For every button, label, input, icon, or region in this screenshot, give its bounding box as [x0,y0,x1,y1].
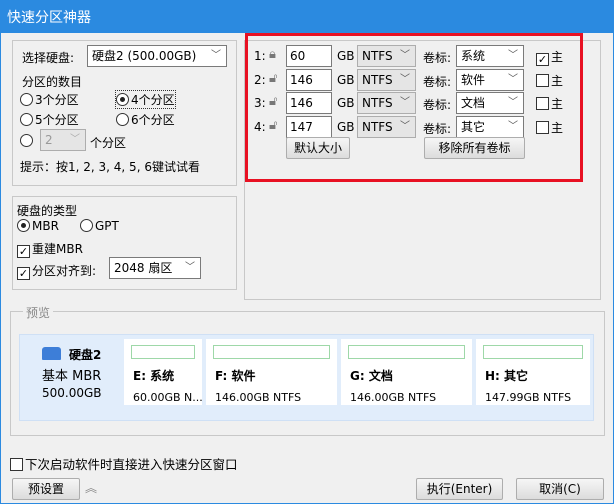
volume-label-text: 卷标: [423,51,452,65]
size-unit: GB [337,119,355,134]
unlock-icon[interactable]: 🔓︎ [269,71,277,86]
lock-icon[interactable]: 🔒︎ [269,47,276,62]
partition-index: 1: [254,49,266,63]
radio-gpt[interactable]: GPT [80,219,119,233]
unlock-icon[interactable]: 🔓︎ [269,118,277,133]
preview-title: 预览 [23,304,54,321]
partition-size-input[interactable]: 146 [286,68,332,91]
dialog-body: 选择硬盘: 硬盘2 (500.00GB) ﹀ 分区的数目 3个分区 4个分区 5个… [1,33,613,503]
preview-disk-type: 基本 MBR [42,369,102,384]
disk-icon [42,347,61,360]
partition-row: 3: 🔓︎ 146 GB NTFS ﹀ 卷标: 文档 ﹀ 主 [1,92,601,114]
volume-label-text: 卷标: [423,74,452,89]
preview-partition-f[interactable]: F: 软件 146.00GB NTFS [206,339,337,405]
hint-text: 提示：按1, 2, 3, 4, 5, 6键试试看 [20,160,200,174]
partition-row: 4: 🔓︎ 147 GB NTFS ﹀ 卷标: 其它 ﹀ 主 [1,115,601,138]
disk-type-label: 硬盘的类型 [17,204,78,218]
preview-disk-size: 500.00GB [42,386,102,400]
align-select[interactable]: 2048 扇区 ﹀ [109,257,201,279]
remove-labels-button[interactable]: 移除所有卷标 [424,137,525,159]
primary-checkbox[interactable]: 主 [536,72,563,89]
partition-row: 1: 🔒︎ 60 GB NTFS ﹀ 卷标: 系统 ﹀ ✓ 主 [1,45,601,67]
title-bar: 快速分区神器 [0,0,614,33]
filesystem-select[interactable]: NTFS ﹀ [357,68,416,91]
preview-partition-h[interactable]: H: 其它 147.99GB NTFS [476,339,590,405]
partition-index: 2: [254,72,266,87]
startup-checkbox[interactable]: 下次启动软件时直接进入快速分区窗口 [10,454,238,473]
preview-partition-g[interactable]: G: 文档 146.00GB NTFS [341,339,472,405]
unlock-icon[interactable]: 🔓︎ [269,94,277,109]
volume-label-text: 卷标: [423,98,452,112]
preview-disk-name: 硬盘2 [69,348,102,362]
volume-label-select[interactable]: 其它 ﹀ [456,115,524,138]
preview-partition-e[interactable]: E: 系统 60.00GB N... [124,339,203,405]
partition-size-input[interactable]: 60 [286,45,332,67]
align-checkbox[interactable]: ✓ 分区对齐到: [17,262,96,280]
default-size-button[interactable]: 默认大小 [286,137,350,159]
size-unit: GB [337,49,355,63]
primary-checkbox[interactable]: 主 [536,95,563,112]
size-unit: GB [337,96,355,110]
window-title: 快速分区神器 [7,10,91,26]
partition-index: 3: [254,96,266,110]
volume-label-select[interactable]: 软件 ﹀ [456,68,524,91]
rebuild-mbr-checkbox[interactable]: ✓ 重建MBR [17,240,83,258]
primary-checkbox[interactable]: 主 [536,119,563,136]
preset-button[interactable]: 预设置 [12,478,80,500]
partition-size-input[interactable]: 147 [286,115,332,138]
filesystem-select[interactable]: NTFS ﹀ [357,92,416,114]
partition-index: 4: [254,119,266,134]
radio-mbr[interactable]: MBR [17,219,59,233]
partition-size-input[interactable]: 146 [286,92,332,114]
execute-button[interactable]: 执行(Enter) [416,478,503,500]
volume-label-select[interactable]: 文档 ﹀ [456,92,524,114]
cancel-button[interactable]: 取消(C) [516,478,604,500]
filesystem-select[interactable]: NTFS ﹀ [357,115,416,138]
partition-row: 2: 🔓︎ 146 GB NTFS ﹀ 卷标: 软件 ﹀ 主 [1,68,601,91]
filesystem-select[interactable]: NTFS ﹀ [357,45,416,67]
expand-up-icon[interactable]: ︽ [85,479,97,496]
size-unit: GB [337,72,355,87]
volume-label-text: 卷标: [423,121,452,136]
volume-label-select[interactable]: 系统 ﹀ [456,45,524,67]
disk-type-group: 硬盘的类型 MBR GPT ✓ 重建MBR ✓ 分区对齐到: 2048 扇区 ﹀ [12,196,237,290]
primary-checkbox[interactable]: ✓ 主 [536,48,563,66]
